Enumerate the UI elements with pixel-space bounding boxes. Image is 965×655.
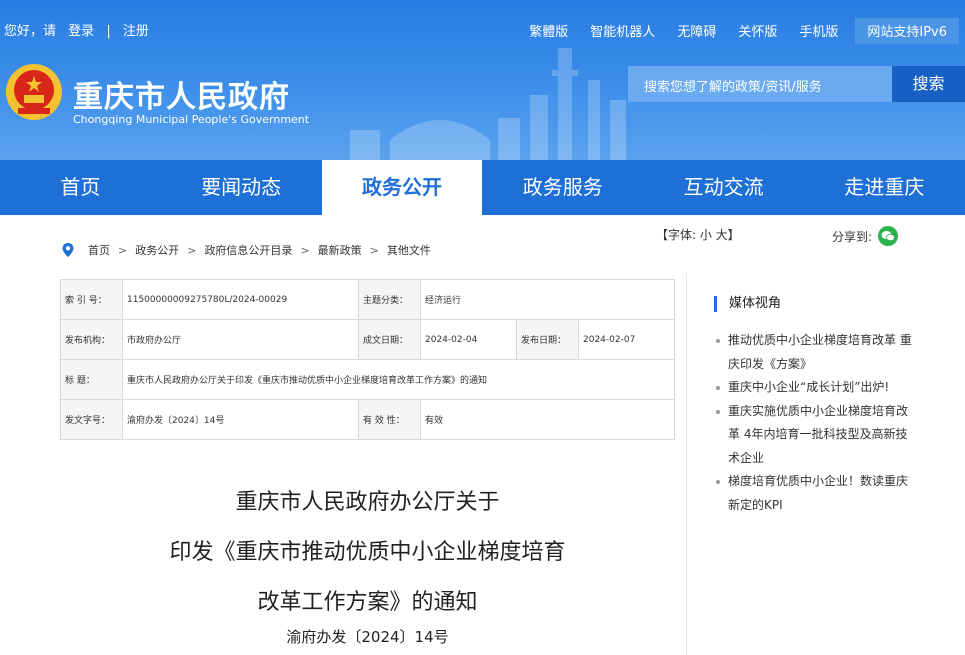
document-title-line: 重庆市人民政府办公厅关于	[235, 490, 500, 515]
table-row: 标 题： 重庆市人民政府办公厅关于印发《重庆市推动优质中小企业梯度培育改革工作方…	[60, 359, 675, 400]
breadcrumb-separator: >	[369, 243, 379, 257]
breadcrumb-gov-affairs[interactable]: 政务公开	[135, 242, 179, 258]
register-link[interactable]: 注册	[123, 24, 149, 39]
breadcrumb-home[interactable]: 首页	[88, 242, 110, 258]
main-nav: 首页 要闻动态 政务公开 政务服务 互动交流 走进重庆	[0, 160, 965, 215]
share-label: 分享到:	[832, 229, 873, 244]
national-emblem-icon[interactable]	[4, 62, 64, 122]
ipv6-badge: 网站支持IPv6	[855, 18, 959, 44]
top-links: 繁體版 智能机器人 无障碍 关怀版 手机版 网站支持IPv6	[518, 18, 965, 44]
document-title-line: 改革工作方案》的通知	[257, 590, 478, 615]
title-value: 重庆市人民政府办公厅关于印发《重庆市推动优质中小企业梯度培育改革工作方案》的通知	[122, 359, 675, 400]
topic-label: 主题分类：	[358, 279, 421, 320]
document-title-line: 印发《重庆市推动优质中小企业梯度培育	[169, 540, 566, 565]
doc-number-label: 发文字号：	[60, 399, 123, 440]
smart-robot-link[interactable]: 智能机器人	[590, 18, 655, 44]
mobile-version-link[interactable]: 手机版	[799, 18, 838, 44]
breadcrumb-other-files[interactable]: 其他文件	[387, 242, 431, 258]
written-date-label: 成文日期：	[358, 319, 421, 360]
nav-item-home[interactable]: 首页	[0, 160, 161, 215]
breadcrumb-separator: >	[187, 243, 197, 257]
breadcrumb-info-directory[interactable]: 政府信息公开目录	[204, 242, 292, 258]
index-number-value: 11500000009275780L/2024-00029	[122, 279, 359, 320]
nav-item-interaction[interactable]: 互动交流	[643, 160, 804, 215]
document-number: 渝府办发〔2024〕14号	[286, 628, 449, 646]
font-size-control[interactable]: 【字体: 小 大】	[656, 226, 740, 243]
nav-item-gov-affairs[interactable]: 政务公开	[321, 160, 483, 215]
greeting-divider: |	[106, 24, 111, 39]
care-version-link[interactable]: 关怀版	[738, 18, 777, 44]
accessibility-link[interactable]: 无障碍	[677, 18, 716, 44]
nav-item-news[interactable]: 要闻动态	[161, 160, 322, 215]
nav-item-about-chongqing[interactable]: 走进重庆	[804, 160, 965, 215]
city-skyline-icon	[350, 48, 626, 160]
issuer-value: 市政府办公厅	[122, 319, 359, 360]
search-input[interactable]: 搜索您想了解的政策/资讯/服务	[628, 66, 892, 102]
table-row: 发布机构： 市政府办公厅 成文日期： 2024-02-04 发布日期： 2024…	[60, 319, 675, 360]
site-header: 您好，请 登录 | 注册 繁體版 智能机器人 无障碍 关怀版 手机版 网站支持I…	[0, 0, 965, 160]
document-metadata-table: 索 引 号： 11500000009275780L/2024-00029 主题分…	[60, 279, 675, 440]
location-pin-icon	[62, 243, 74, 257]
traditional-chinese-link[interactable]: 繁體版	[529, 18, 568, 44]
site-subtitle: Chongqing Municipal People's Government	[73, 113, 310, 126]
list-item[interactable]: 梯度培育优质中小企业！数读重庆新定的KPI	[714, 470, 914, 517]
validity-value: 有效	[420, 399, 675, 440]
user-greeting: 您好，请 登录 | 注册	[4, 20, 157, 39]
breadcrumb-separator: >	[118, 243, 128, 257]
site-title[interactable]: 重庆市人民政府	[73, 72, 290, 116]
share-bar: 分享到:	[832, 226, 899, 246]
title-label: 标 题：	[60, 359, 123, 400]
list-item[interactable]: 重庆中小企业“成长计划”出炉!	[714, 376, 914, 400]
publish-date-label: 发布日期：	[516, 319, 579, 360]
document-title: 重庆市人民政府办公厅关于 印发《重庆市推动优质中小企业梯度培育 改革工作方案》的…	[60, 478, 675, 628]
column-divider	[686, 273, 687, 655]
list-item[interactable]: 推动优质中小企业梯度培育改革 重庆印发《方案》	[714, 329, 914, 376]
list-item[interactable]: 重庆实施优质中小企业梯度培育改革 4年内培育一批科技型及高新技术企业	[714, 400, 914, 471]
issuer-label: 发布机构：	[60, 319, 123, 360]
site-search: 搜索您想了解的政策/资讯/服务 搜索	[628, 66, 965, 102]
nav-item-gov-services[interactable]: 政务服务	[482, 160, 643, 215]
breadcrumb-latest-policy[interactable]: 最新政策	[318, 242, 362, 258]
written-date-value: 2024-02-04	[420, 319, 517, 360]
sidebar-title: 媒体视角	[714, 296, 781, 312]
table-row: 索 引 号： 11500000009275780L/2024-00029 主题分…	[60, 279, 675, 320]
top-bar: 您好，请 登录 | 注册 繁體版 智能机器人 无障碍 关怀版 手机版 网站支持I…	[0, 0, 965, 58]
breadcrumb: 首页 > 政务公开 > 政府信息公开目录 > 最新政策 > 其他文件	[60, 242, 431, 258]
validity-label: 有 效 性：	[358, 399, 421, 440]
breadcrumb-separator: >	[300, 243, 310, 257]
doc-number-value: 渝府办发〔2024〕14号	[122, 399, 359, 440]
publish-date-value: 2024-02-07	[578, 319, 675, 360]
search-button[interactable]: 搜索	[892, 66, 965, 102]
greeting-text: 您好，请	[4, 24, 57, 39]
wechat-icon[interactable]	[878, 226, 899, 246]
topic-value: 经济运行	[420, 279, 675, 320]
index-number-label: 索 引 号：	[60, 279, 123, 320]
media-news-list: 推动优质中小企业梯度培育改革 重庆印发《方案》 重庆中小企业“成长计划”出炉! …	[714, 329, 914, 517]
login-link[interactable]: 登录	[68, 24, 94, 39]
table-row: 发文字号： 渝府办发〔2024〕14号 有 效 性： 有效	[60, 399, 675, 440]
